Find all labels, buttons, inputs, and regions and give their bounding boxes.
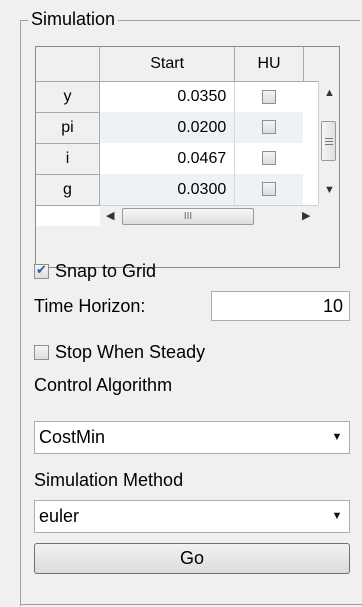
table-row: pi 0.0200 [36,112,339,144]
header-filler [303,47,339,82]
panel-title: Simulation [28,9,119,30]
control-algorithm-select[interactable]: CostMin ▼ [34,421,350,454]
hu-checkbox[interactable] [262,120,277,135]
hu-checkbox[interactable] [262,151,277,166]
hu-cell [235,143,304,174]
hu-checkbox[interactable] [262,89,277,104]
row-header: pi [36,112,100,144]
table-row: i 0.0467 [36,143,339,175]
table-grid: Start HU y 0.0350 pi 0.0200 i 0.0467 g 0… [36,47,339,206]
chevron-down-icon[interactable]: ▼ [329,501,345,532]
triangle-down-icon[interactable]: ▼ [324,185,335,196]
row-header: g [36,174,100,206]
initial-values-table[interactable]: Start HU y 0.0350 pi 0.0200 i 0.0467 g 0… [35,46,340,268]
vertical-scroll-thumb[interactable] [321,121,336,161]
stop-when-steady-label: Stop When Steady [55,342,206,362]
start-cell[interactable]: 0.0350 [99,81,236,112]
horizontal-scroll-thumb[interactable]: III [122,208,254,225]
row-header: y [36,81,100,113]
column-header-hu[interactable]: HU [234,47,304,82]
hu-checkbox[interactable] [262,182,277,197]
hu-cell [234,112,304,143]
simulation-method-select[interactable]: euler ▼ [34,500,350,533]
hu-cell [235,81,304,112]
stop-when-steady-checkbox[interactable]: Stop When Steady [34,342,205,363]
header-corner [36,47,100,82]
start-cell[interactable]: 0.0200 [99,112,236,143]
table-row: g 0.0300 [36,174,339,206]
horizontal-grip: III [183,211,193,222]
checkbox-icon [34,345,49,360]
horizontal-scrollbar[interactable]: ◀ III ▶ [100,205,318,227]
control-algorithm-label: Control Algorithm [34,375,173,395]
column-header-start[interactable]: Start [99,47,236,82]
panel-bottom-border [20,604,362,605]
go-button[interactable]: Go [34,543,350,574]
triangle-up-icon[interactable]: ▲ [324,88,335,99]
time-horizon-input[interactable]: 10 [211,291,350,321]
time-horizon-label: Time Horizon: [34,296,146,316]
scrollbar-corner [318,205,339,226]
vertical-scrollbar[interactable]: ▲ ▼ [318,81,339,205]
start-cell[interactable]: 0.0467 [99,143,236,174]
grip-line [325,144,333,145]
chevron-down-icon[interactable]: ▼ [329,422,345,453]
row-header: i [36,143,100,175]
start-cell[interactable]: 0.0300 [99,174,236,205]
table-row: y 0.0350 [36,81,339,113]
control-algorithm-value: CostMin [39,427,106,447]
hu-cell [234,174,304,205]
simulation-method-label: Simulation Method [34,470,184,490]
triangle-left-icon[interactable]: ◀ [106,211,114,222]
checkmark-icon [34,262,49,279]
snap-to-grid-label: Snap to Grid [55,261,157,281]
snap-to-grid-checkbox[interactable]: Snap to Grid [34,261,156,282]
grip-line [325,141,333,142]
simulation-method-value: euler [39,506,80,526]
triangle-right-icon[interactable]: ▶ [302,211,310,222]
grip-line [325,138,333,139]
